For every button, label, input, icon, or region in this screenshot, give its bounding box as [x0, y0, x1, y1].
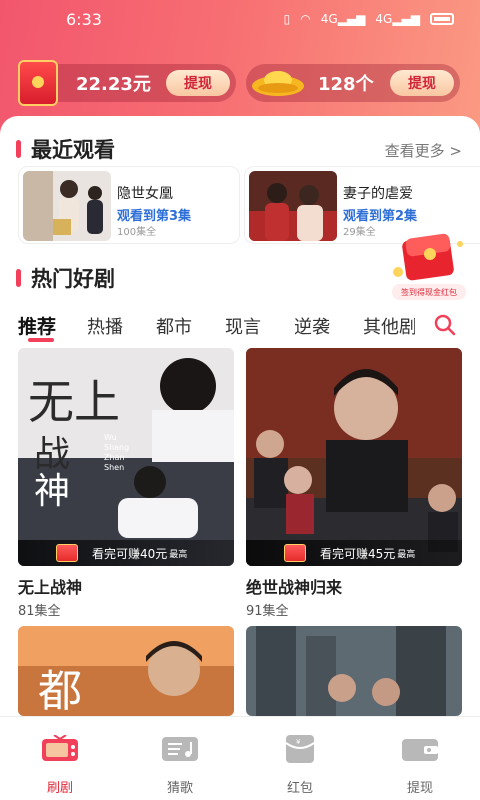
music-icon [162, 737, 198, 761]
nav-label: 红包 [286, 781, 313, 796]
status-icons: ▯ ◠ 4G▂▄▆ 4G▂▄▆ [284, 12, 454, 26]
vibrate-icon: ▯ [283, 12, 291, 26]
gold-ingot-icon [252, 71, 304, 96]
promo-label: 签到得现金红包 [392, 284, 466, 300]
battery-icon [430, 13, 454, 25]
reward-text: 看完可赚45元 [320, 546, 396, 561]
recent-section-title: 最近观看 [16, 134, 115, 164]
drama-episodes: 91集全 [246, 604, 289, 619]
recent-drama-name: 妻子的虐爱 [343, 186, 413, 202]
reward-banner: 看完可赚45元 最高 [246, 540, 462, 566]
tab-urban[interactable]: 都市 [156, 313, 225, 339]
drama-poster [246, 626, 462, 716]
drama-poster: 无上 战 神 Wu Shang Zhan Shen 看完可赚40元 最高 [18, 348, 234, 566]
recent-title-text: 最近观看 [31, 138, 115, 162]
status-time: 6:33 [66, 10, 102, 29]
nav-item-drama[interactable]: 刷剧 [20, 734, 100, 796]
reward-subtext: 最高 [169, 549, 188, 560]
recent-drama-name: 隐世女凰 [117, 186, 173, 202]
drama-title: 绝世战神归来 [246, 578, 343, 597]
nav-item-withdraw[interactable]: 提现 [380, 735, 460, 796]
tv-icon [42, 734, 78, 761]
nav-item-red-envelope[interactable]: ¥ 红包 [260, 735, 340, 796]
red-envelope-icon [393, 233, 463, 281]
svg-text:¥: ¥ [296, 738, 301, 746]
nav-label: 猜歌 [166, 781, 193, 796]
tab-romance[interactable]: 现言 [225, 313, 294, 339]
cash-balance-value: 22.23元 [76, 74, 151, 95]
section-marker [16, 140, 21, 158]
recent-drama-progress: 观看到第2集 [343, 209, 418, 224]
cash-balance-card[interactable]: 22.23元 提现 [18, 60, 236, 106]
drama-card[interactable]: 无上 战 神 Wu Shang Zhan Shen 看完可赚40元 最高 无上战… [18, 348, 234, 619]
red-packet-icon [18, 60, 58, 106]
category-tabs: 推荐 热播 都市 现言 逆袭 其他剧 [18, 312, 415, 342]
sign-in-red-envelope-promo[interactable]: 签到得现金红包 [386, 232, 470, 302]
svg-text:神: 神 [34, 471, 70, 512]
recent-thumbnail [249, 171, 337, 241]
signal-icon: 4G▂▄▆ [320, 12, 366, 26]
poster-big-text: 都 [38, 666, 82, 716]
drama-card[interactable]: 都 [18, 626, 234, 716]
nav-label: 刷剧 [46, 781, 73, 796]
nav-item-guess-song[interactable]: 猜歌 [140, 735, 220, 796]
drama-title: 无上战神 [18, 578, 83, 597]
drama-poster: 看完可赚45元 最高 [246, 348, 462, 566]
hot-title-text: 热门好剧 [31, 267, 115, 291]
bottom-nav: 刷剧 猜歌 ¥ 红包 提现 [0, 716, 480, 800]
wallet-icon [402, 739, 438, 761]
see-more-link[interactable]: 查看更多 > [385, 140, 462, 161]
signal-icon-2: 4G▂▄▆ [375, 12, 420, 26]
tab-others[interactable]: 其他剧 [363, 313, 415, 339]
svg-text:Shen: Shen [104, 463, 124, 472]
recent-drama-episodes: 100集全 [117, 227, 157, 238]
poster-big-text: 无上 [28, 375, 120, 429]
recent-drama-progress: 观看到第3集 [117, 209, 192, 224]
tab-hot[interactable]: 热播 [87, 313, 156, 339]
hot-section-title: 热门好剧 [16, 263, 115, 293]
tab-recommend[interactable]: 推荐 [18, 312, 87, 342]
coin-icon [56, 544, 78, 562]
nav-label: 提现 [406, 781, 433, 796]
drama-card[interactable] [246, 626, 462, 716]
coin-balance-value: 128个 [318, 74, 374, 95]
cash-withdraw-button[interactable]: 提现 [166, 70, 230, 96]
drama-episodes: 81集全 [18, 604, 61, 619]
section-marker [16, 269, 21, 287]
recent-thumbnail [23, 171, 111, 241]
svg-text:Zhan: Zhan [104, 453, 125, 462]
coin-withdraw-button[interactable]: 提现 [390, 70, 454, 96]
tab-comeback[interactable]: 逆袭 [294, 313, 363, 339]
coin-balance-card[interactable]: 128个 提现 [246, 64, 460, 102]
coin-icon [284, 544, 306, 562]
status-bar: 6:33 ▯ ◠ 4G▂▄▆ 4G▂▄▆ [0, 0, 480, 40]
red-envelope-icon: ¥ [285, 735, 315, 763]
reward-text: 看完可赚40元 [92, 546, 168, 561]
svg-text:Wu: Wu [104, 433, 117, 442]
svg-text:战: 战 [34, 434, 70, 475]
drama-card[interactable]: 看完可赚45元 最高 绝世战神归来 91集全 [246, 348, 462, 619]
reward-banner: 看完可赚40元 最高 [18, 540, 234, 566]
svg-text:Shang: Shang [104, 443, 129, 452]
recent-drama-episodes: 29集全 [343, 227, 376, 238]
drama-poster: 都 [18, 626, 234, 716]
search-icon[interactable] [434, 314, 456, 336]
reward-subtext: 最高 [397, 549, 416, 560]
recent-item[interactable]: 隐世女凰 观看到第3集 100集全 [18, 166, 240, 244]
wifi-icon: ◠ [300, 12, 311, 26]
